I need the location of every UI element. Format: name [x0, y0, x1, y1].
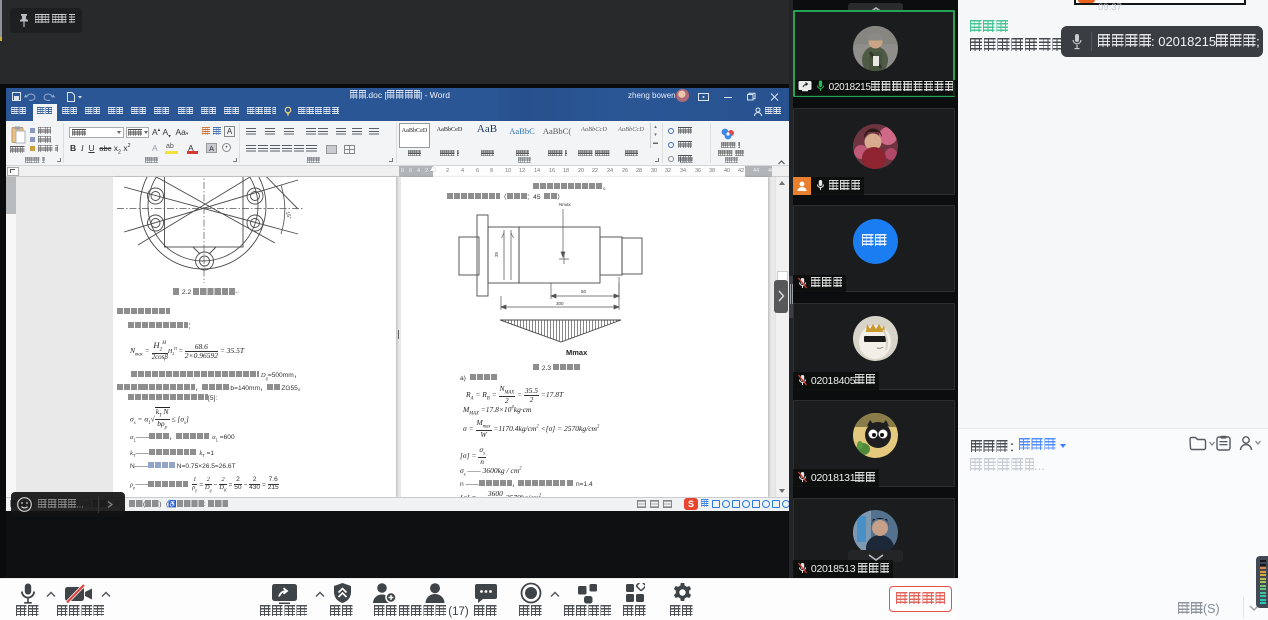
svg-text:50: 50 [581, 289, 587, 294]
svg-text:35: 35 [494, 251, 499, 257]
svg-text:300: 300 [556, 301, 564, 306]
svg-text:Nmax: Nmax [559, 202, 572, 207]
svg-text:15°: 15° [284, 211, 292, 220]
